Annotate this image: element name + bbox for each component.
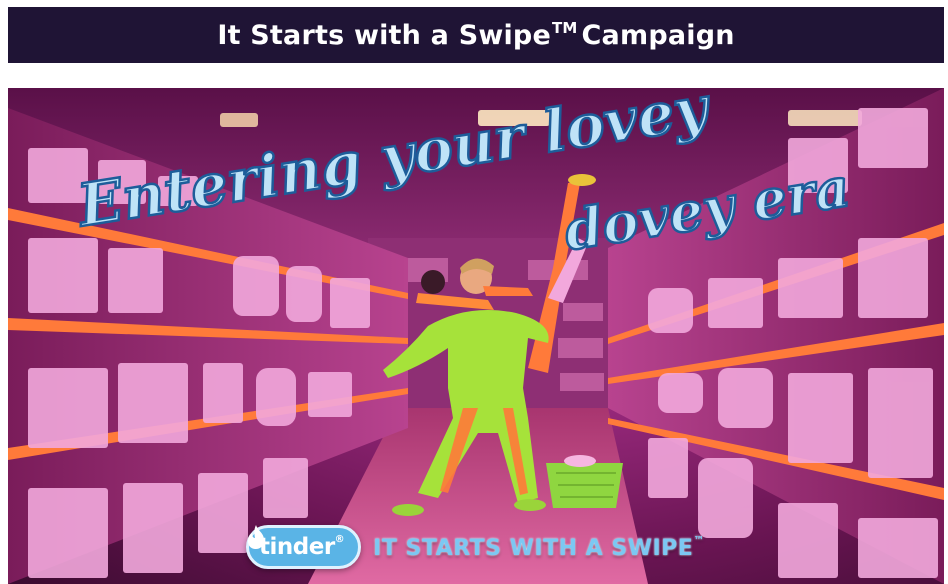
campaign-banner-image: Entering your lovey dovey era tinder® IT… xyxy=(8,88,944,584)
title-trademark: TM xyxy=(551,19,578,37)
brand-registered-mark: ® xyxy=(334,534,345,545)
tinder-wordmark: tinder® xyxy=(259,534,345,560)
brand-lockup: tinder® IT STARTS WITH A SWIPE™ xyxy=(246,524,705,570)
title-tail: Campaign xyxy=(581,20,735,51)
tinder-flame-icon xyxy=(248,525,264,549)
campaign-tagline: IT STARTS WITH A SWIPE™ xyxy=(373,534,705,561)
headline-artwork: Entering your lovey dovey era xyxy=(70,88,855,264)
headline-line-2: dovey era xyxy=(560,155,854,263)
campaign-slide: It Starts with a SwipeTM Campaign Enteri… xyxy=(0,0,948,584)
tinder-logo: tinder® xyxy=(246,525,362,569)
title-main: It Starts with a Swipe xyxy=(217,20,551,51)
tagline-trademark: ™ xyxy=(693,533,705,547)
tagline-text: IT STARTS WITH A SWIPE xyxy=(373,535,694,561)
page-title: It Starts with a SwipeTM Campaign xyxy=(217,19,734,51)
title-bar: It Starts with a SwipeTM Campaign xyxy=(8,7,944,63)
brand-name: tinder xyxy=(259,534,335,560)
